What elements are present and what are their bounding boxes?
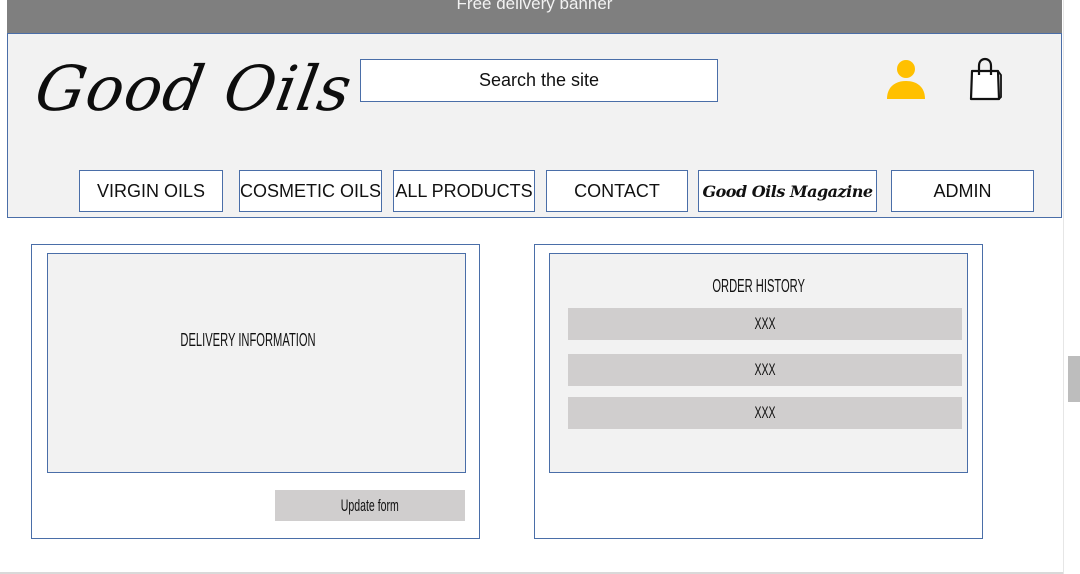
banner-text: Free delivery banner	[456, 0, 613, 13]
nav-item-label: CONTACT	[574, 180, 660, 201]
free-delivery-banner: Free delivery banner	[7, 0, 1062, 33]
nav-admin[interactable]: ADMIN	[891, 170, 1034, 212]
order-row[interactable]: XXX	[568, 308, 962, 340]
nav-item-label: COSMETIC OILS	[239, 180, 382, 201]
site-logo[interactable]: Good Oils	[30, 52, 358, 125]
nav-item-label: Good Oils Magazine	[702, 181, 873, 201]
nav-good-oils-magazine[interactable]: Good Oils Magazine	[698, 170, 877, 212]
order-row[interactable]: XXX	[568, 354, 962, 386]
update-form-button[interactable]: Update form	[275, 490, 465, 521]
nav-item-label: VIRGIN OILS	[96, 180, 206, 201]
scrollbar-thumb[interactable]	[1068, 356, 1080, 402]
scrollbar-track[interactable]	[1063, 0, 1080, 574]
nav-cosmetic-oils[interactable]: COSMETIC OILS	[239, 170, 382, 212]
search-input[interactable]: Search the site	[360, 59, 718, 102]
nav-virgin-oils[interactable]: VIRGIN OILS	[79, 170, 223, 212]
nav-contact[interactable]: CONTACT	[546, 170, 688, 212]
search-placeholder: Search the site	[478, 70, 600, 90]
delivery-info-box	[47, 253, 466, 473]
shopping-bag-icon[interactable]	[968, 57, 1002, 101]
nav-all-products[interactable]: ALL PRODUCTS	[393, 170, 535, 212]
nav-item-label: ALL PRODUCTS	[395, 180, 533, 201]
order-row[interactable]: XXX	[568, 397, 962, 429]
order-history-title: ORDER HISTORY	[712, 276, 805, 296]
user-icon[interactable]	[885, 58, 927, 100]
delivery-information-title: DELIVERY INFORMATION	[180, 330, 316, 350]
nav-item-label: ADMIN	[933, 180, 992, 201]
